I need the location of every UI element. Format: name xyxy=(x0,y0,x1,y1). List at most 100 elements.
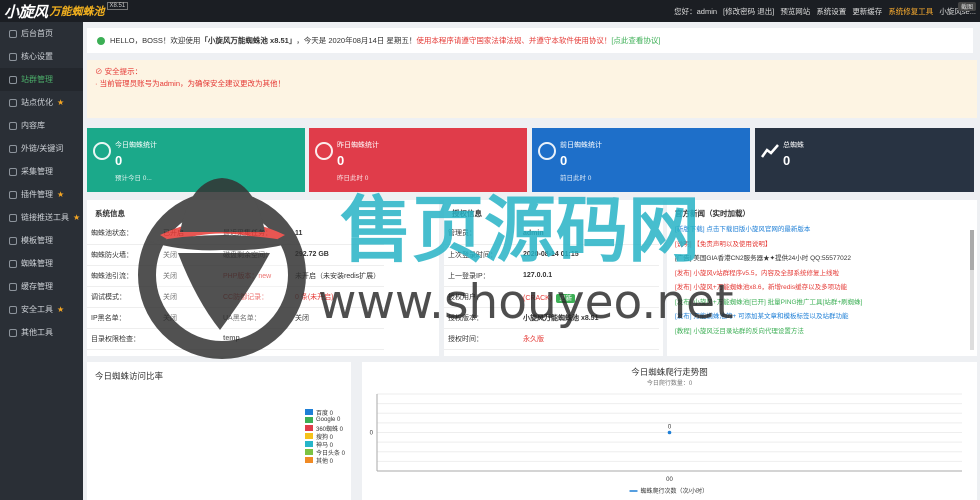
menu-icon xyxy=(9,282,17,291)
card-sub: 前日此时 0 xyxy=(560,175,592,182)
cell-text: 永久版 xyxy=(523,335,544,343)
agreement-link[interactable]: [点此查看协议] xyxy=(611,35,660,46)
legend-swatch xyxy=(305,425,313,431)
sidebar-item[interactable]: 蜘蛛管理 xyxy=(0,252,83,275)
logo-main-text: 小旋风 xyxy=(4,2,48,21)
legend-swatch xyxy=(305,417,313,423)
news-scrollbar[interactable] xyxy=(970,230,974,350)
table-row: 授权用户： (CRACK) 更新 xyxy=(444,286,659,308)
menu-icon xyxy=(9,29,17,38)
cell-text: 授权时间： xyxy=(448,335,483,343)
main-content: HELLO，BOSS！欢迎使用 「小旋风万能蜘蛛池 x8.51」 ，今天是 20… xyxy=(83,22,980,500)
legend-swatch xyxy=(305,457,313,463)
stat-card-total: 总蜘蛛 0 xyxy=(755,128,974,192)
cell-text: admin xyxy=(523,229,544,237)
news-item[interactable]: [广告] 美国GIA香港CN2服务器★✦提供24小时 QQ:55577022 xyxy=(675,252,969,267)
menu-icon xyxy=(9,75,17,84)
card-sub: 预计今日 0... xyxy=(115,175,152,182)
table-cell: 调试模式： xyxy=(87,286,159,308)
sidebar-item[interactable]: 链接推送工具 ★ xyxy=(0,206,83,229)
cell-text: 上次登录时间： xyxy=(448,251,497,259)
sidebar-item[interactable]: 外链/关键词 xyxy=(0,137,83,160)
news-item[interactable]: [说明] 【免责声明以及使用说明】 xyxy=(675,238,969,253)
news-item[interactable]: [教程] 小旋风泛目录站群的反向代理设置方法 xyxy=(675,325,969,340)
greeting-text: 您好：admin xyxy=(674,6,718,16)
menu-icon xyxy=(9,328,17,337)
menu-icon xyxy=(9,213,17,222)
sidebar-item[interactable]: 采集管理 xyxy=(0,160,83,183)
nav-change-password[interactable]: [修改密码 退出] xyxy=(723,6,774,17)
system-info-panel: 系统信息 蜘蛛池状态： 已开启 最近采集任务： 11 蜘蛛防火墙： 关闭 磁盘剩余空间： 29… xyxy=(87,200,439,356)
app-logo[interactable]: 小旋风 万能蜘蛛池 X8.51 xyxy=(0,0,129,22)
sidebar-item-label: 插件管理 xyxy=(21,190,53,199)
cell-text: 127.0.0.1 xyxy=(523,272,553,279)
table-cell: 已开启 xyxy=(159,223,219,245)
legend-item[interactable]: 百度 0 xyxy=(305,408,345,417)
nav-preview-site[interactable]: 预览网站 xyxy=(780,6,810,17)
sidebar-item[interactable]: 内容库 xyxy=(0,114,83,137)
sidebar-item-label: 缓存管理 xyxy=(21,282,53,291)
auth-info-panel: 授权信息 管理员： admin 上次登录时间： 2020-08-14 01:15 上一登… xyxy=(444,200,663,356)
table-cell: 授权用户： xyxy=(444,286,519,308)
sidebar-item[interactable]: 插件管理 ★ xyxy=(0,183,83,206)
news-item[interactable]: [发布] 小旋风v站群程序v5.5，内容及全部系统修复上线啦 xyxy=(675,267,969,282)
table-cell: 管理员： xyxy=(444,223,519,245)
sidebar-item[interactable]: 其他工具 xyxy=(0,321,83,344)
sidebar-item[interactable]: 模板管理 xyxy=(0,229,83,252)
data-label: 0 xyxy=(668,425,672,431)
chart-title: 今日蜘蛛爬行走势图 xyxy=(631,367,708,377)
table-cell xyxy=(291,328,385,350)
menu-icon xyxy=(9,121,17,130)
table-cell: (CRACK) 更新 xyxy=(519,286,659,308)
news-panel: 官方新闻（实时加载） [新版下载] 点击下载旧版小旋风官网的最新版本 [说明] 【… xyxy=(667,200,977,356)
cell-text: 管理员： xyxy=(448,230,476,238)
sidebar-item-label: 外链/关键词 xyxy=(21,144,64,153)
table-row: 管理员： admin xyxy=(444,223,659,245)
table-cell: 小旋风万能蜘蛛池 x8.51 xyxy=(519,307,659,329)
table-cell: 11 xyxy=(291,223,385,245)
security-warning: ⊘ 安全提示： · 当前管理员账号为admin，为确保安全建议更改为其他！ xyxy=(87,60,977,118)
table-cell: 关闭 xyxy=(159,307,219,329)
table-cell: 上次登录时间： xyxy=(444,244,519,266)
table-cell: 关闭 xyxy=(159,286,219,308)
legend-label: 百度 0 xyxy=(316,410,334,417)
panel-title: 系统信息 xyxy=(95,209,125,218)
screenshot-tooltip: 截图 xyxy=(957,2,976,11)
menu-icon xyxy=(9,52,17,61)
sidebar-item[interactable]: 站群管理 xyxy=(0,68,83,91)
table-cell: CC防御记录： xyxy=(219,286,291,308)
news-item[interactable]: [发布] 万能蜘蛛池的+ 可添加某文章和模板标签以及站群功能 xyxy=(675,310,969,325)
update-button[interactable]: 更新 xyxy=(556,293,576,303)
warning-icon: ⊘ xyxy=(95,67,103,76)
warning-text: · 当前管理员账号为admin，为确保安全建议更改为其他！ xyxy=(95,79,286,88)
nav-update-cache[interactable]: 更新缓存 xyxy=(852,6,882,17)
table-cell: IP黑名单： xyxy=(87,307,159,329)
sidebar-item[interactable]: 站点优化 ★ xyxy=(0,91,83,114)
sidebar-item[interactable]: 核心设置 xyxy=(0,45,83,68)
nav-repair-tool[interactable]: 系统修复工具 xyxy=(888,6,933,17)
table-cell: 永久版 xyxy=(519,328,659,350)
sidebar-item[interactable]: 后台首页 xyxy=(0,22,83,45)
card-value: 0 xyxy=(337,153,345,168)
sidebar-item-label: 采集管理 xyxy=(21,167,53,176)
cell-text: 小旋风万能蜘蛛池 x8.51 xyxy=(523,314,599,322)
table-row: 授权时间： 永久版 xyxy=(444,328,659,350)
line-chart-panel: 今日蜘蛛爬行走势图 今日爬行数量：0 0 00 0 蜘蛛爬行次数（次/小时） xyxy=(362,362,977,500)
clock-icon xyxy=(538,142,556,160)
sidebar-item-label: 内容库 xyxy=(21,121,45,130)
pie-panel: 今日蜘蛛访问比率 百度 0 Google 0 360蜘蛛 0 搜狗 0 神马 0 今日头条… xyxy=(87,362,351,500)
legend-item[interactable]: 其他 0 xyxy=(305,456,345,465)
table-row: 目录权限检查： temp xyxy=(87,328,385,350)
sidebar-item[interactable]: 安全工具 ★ xyxy=(0,298,83,321)
x-tick-label: 00 xyxy=(666,477,673,483)
table-row: 上一登录IP： 127.0.0.1 xyxy=(444,265,659,287)
trend-icon xyxy=(760,142,779,160)
system-info-table: 蜘蛛池状态： 已开启 最近采集任务： 11 蜘蛛防火墙： 关闭 磁盘剩余空间： 292.72 … xyxy=(87,223,385,350)
news-item[interactable]: [新版下载] 点击下载旧版小旋风官网的最新版本 xyxy=(675,223,969,238)
card-title: 前日蜘蛛统计 xyxy=(560,142,602,149)
nav-system-settings[interactable]: 系统设置 xyxy=(816,6,846,17)
sidebar-item[interactable]: 缓存管理 xyxy=(0,275,83,298)
news-item[interactable]: [发布] 小旋风+万能蜘蛛池x8.6，新增redis缓存以及多项功能 xyxy=(675,281,969,296)
menu-icon xyxy=(9,98,17,107)
news-item[interactable]: [发布] 小旋风+万能蜘蛛池[已开] 批量PING推广工具[站群+刷蜘蛛] xyxy=(675,296,969,311)
